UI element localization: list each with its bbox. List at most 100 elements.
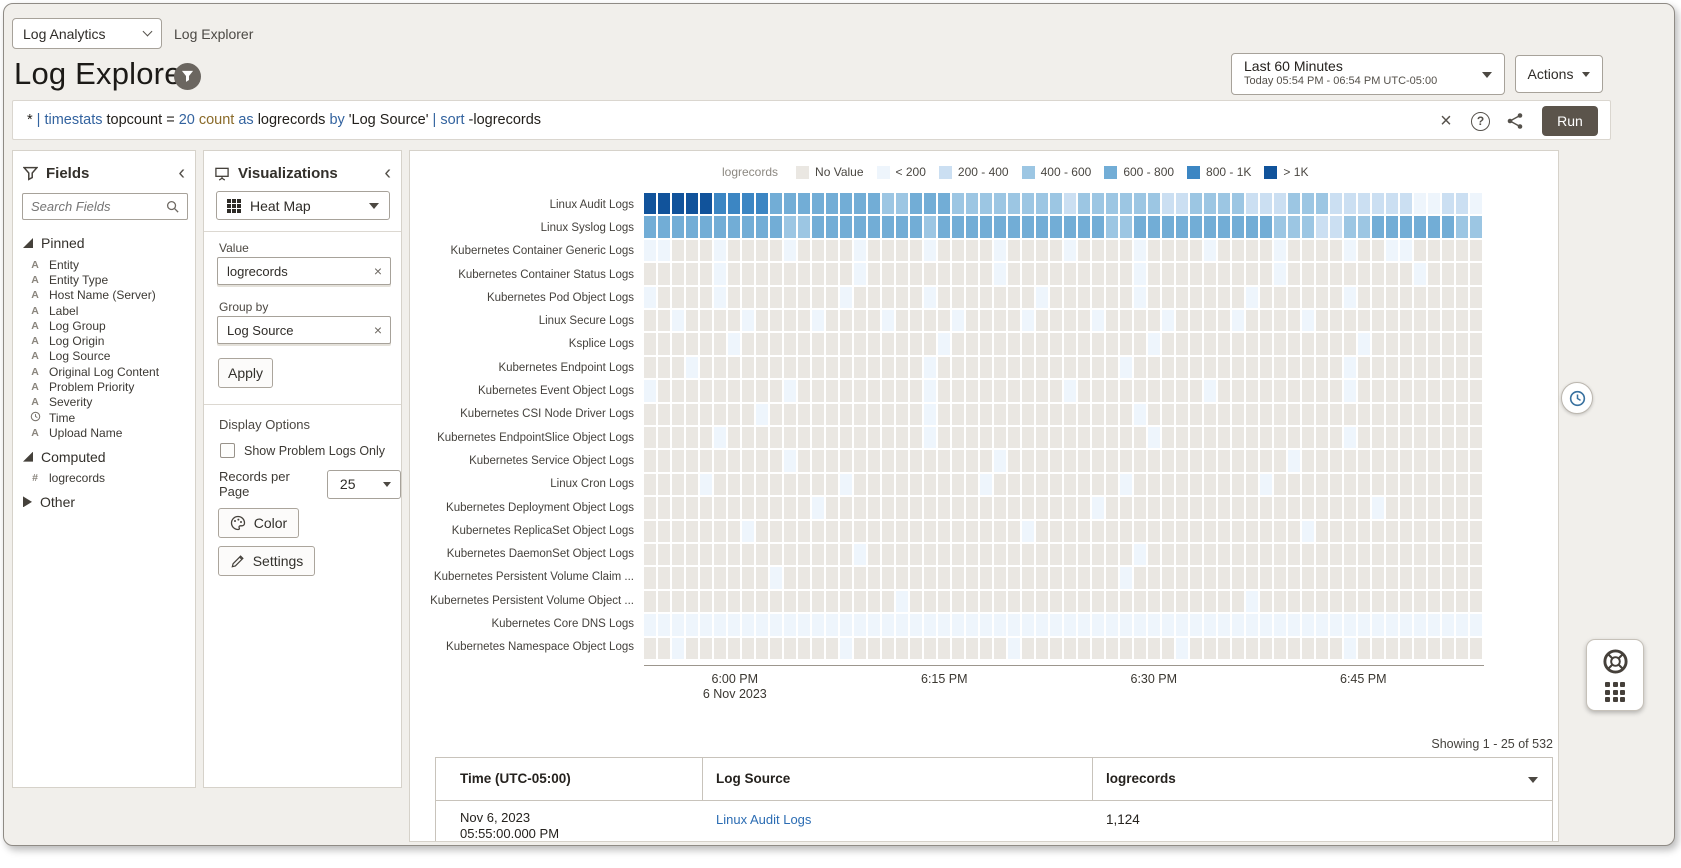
heatmap-cell[interactable]	[700, 193, 712, 214]
heatmap-cell[interactable]	[1456, 544, 1468, 565]
heatmap-cell[interactable]	[700, 310, 712, 331]
heatmap-cell[interactable]	[812, 216, 824, 237]
heatmap-cell[interactable]	[1204, 193, 1216, 214]
heatmap-cell[interactable]	[1190, 638, 1202, 659]
heatmap-cell[interactable]	[1330, 427, 1342, 448]
heatmap-cell[interactable]	[1064, 450, 1076, 471]
heatmap-cell[interactable]	[1316, 544, 1328, 565]
heatmap-cell[interactable]	[994, 333, 1006, 354]
heatmap-cell[interactable]	[994, 263, 1006, 284]
heatmap-cell[interactable]	[1162, 380, 1174, 401]
heatmap-cell[interactable]	[1106, 216, 1118, 237]
heatmap-cell[interactable]	[742, 474, 754, 495]
settings-button[interactable]: Settings	[218, 546, 315, 576]
heatmap-cell[interactable]	[826, 591, 838, 612]
heatmap-cell[interactable]	[910, 357, 922, 378]
heatmap-cell[interactable]	[756, 263, 768, 284]
heatmap-cell[interactable]	[742, 193, 754, 214]
legend-item[interactable]: 200 - 400	[939, 165, 1009, 179]
heatmap-cell[interactable]	[994, 310, 1006, 331]
heatmap-cell[interactable]	[1064, 567, 1076, 588]
heatmap-cell[interactable]	[868, 240, 880, 261]
heatmap-cell[interactable]	[658, 287, 670, 308]
heatmap-cell[interactable]	[1176, 614, 1188, 635]
heatmap-cell[interactable]	[1092, 263, 1104, 284]
heatmap-cell[interactable]	[1358, 638, 1370, 659]
heatmap-cell[interactable]	[1078, 638, 1090, 659]
legend-item[interactable]: No Value	[796, 165, 863, 179]
heatmap-cell[interactable]	[1260, 287, 1272, 308]
heatmap-cell[interactable]	[1176, 567, 1188, 588]
heatmap-cell[interactable]	[812, 521, 824, 542]
heatmap-cell[interactable]	[1022, 591, 1034, 612]
heatmap-cell[interactable]	[728, 567, 740, 588]
heatmap-cell[interactable]	[1218, 287, 1230, 308]
heatmap-cell[interactable]	[1036, 497, 1048, 518]
heatmap-cell[interactable]	[1008, 474, 1020, 495]
heatmap-cell[interactable]	[728, 357, 740, 378]
heatmap-cell[interactable]	[1428, 357, 1440, 378]
heatmap-cell[interactable]	[952, 614, 964, 635]
heatmap-cell[interactable]	[1134, 497, 1146, 518]
clear-group-by-icon[interactable]: ×	[374, 322, 382, 338]
heatmap-cell[interactable]	[1148, 497, 1160, 518]
heatmap-cell[interactable]	[1106, 450, 1118, 471]
heatmap-cell[interactable]	[980, 474, 992, 495]
heatmap-cell[interactable]	[1148, 591, 1160, 612]
heatmap-cell[interactable]	[756, 193, 768, 214]
heatmap-cell[interactable]	[1442, 287, 1454, 308]
heatmap-cell[interactable]	[812, 310, 824, 331]
heatmap-cell[interactable]	[910, 427, 922, 448]
heatmap-cell[interactable]	[1078, 193, 1090, 214]
heatmap-cell[interactable]	[1400, 240, 1412, 261]
heatmap-cell[interactable]	[1456, 263, 1468, 284]
heatmap-cell[interactable]	[1344, 263, 1356, 284]
heatmap-cell[interactable]	[840, 310, 852, 331]
heatmap-cell[interactable]	[1050, 427, 1062, 448]
heatmap-cell[interactable]	[1036, 404, 1048, 425]
heatmap-cell[interactable]	[1120, 427, 1132, 448]
heatmap-cell[interactable]	[644, 333, 656, 354]
heatmap-cell[interactable]	[1344, 404, 1356, 425]
heatmap-cell[interactable]	[826, 380, 838, 401]
heatmap-cell[interactable]	[1148, 380, 1160, 401]
heatmap-cell[interactable]	[1036, 614, 1048, 635]
heatmap-cell[interactable]	[1316, 287, 1328, 308]
heatmap-cell[interactable]	[882, 567, 894, 588]
heatmap-cell[interactable]	[1120, 287, 1132, 308]
heatmap-cell[interactable]	[742, 450, 754, 471]
heatmap-cell[interactable]	[1400, 357, 1412, 378]
heatmap-cell[interactable]	[686, 567, 698, 588]
heatmap-cell[interactable]	[1232, 263, 1244, 284]
heatmap-cell[interactable]	[1092, 474, 1104, 495]
heatmap-cell[interactable]	[854, 567, 866, 588]
heatmap-cell[interactable]	[686, 614, 698, 635]
heatmap-cell[interactable]	[1358, 591, 1370, 612]
heatmap-cell[interactable]	[1162, 497, 1174, 518]
heatmap-cell[interactable]	[1022, 357, 1034, 378]
heatmap-cell[interactable]	[1414, 450, 1426, 471]
heatmap-cell[interactable]	[1218, 310, 1230, 331]
heatmap-cell[interactable]	[1344, 380, 1356, 401]
heatmap-cell[interactable]	[1036, 380, 1048, 401]
heatmap-cell[interactable]	[980, 193, 992, 214]
heatmap-cell[interactable]	[1302, 380, 1314, 401]
heatmap-cell[interactable]	[966, 427, 978, 448]
heatmap-cell[interactable]	[1134, 333, 1146, 354]
heatmap-cell[interactable]	[826, 333, 838, 354]
heatmap-cell[interactable]	[1344, 567, 1356, 588]
heatmap-cell[interactable]	[882, 404, 894, 425]
heatmap-cell[interactable]	[770, 263, 782, 284]
heatmap-cell[interactable]	[1134, 193, 1146, 214]
heatmap-cell[interactable]	[896, 497, 908, 518]
heatmap-cell[interactable]	[1190, 287, 1202, 308]
heatmap-cell[interactable]	[840, 427, 852, 448]
heatmap-cell[interactable]	[798, 263, 810, 284]
heatmap-cell[interactable]	[812, 591, 824, 612]
heatmap-cell[interactable]	[1204, 591, 1216, 612]
heatmap-cell[interactable]	[924, 216, 936, 237]
heatmap-cell[interactable]	[1204, 216, 1216, 237]
heatmap-cell[interactable]	[1288, 310, 1300, 331]
heatmap-cell[interactable]	[1120, 544, 1132, 565]
heatmap-cell[interactable]	[882, 497, 894, 518]
